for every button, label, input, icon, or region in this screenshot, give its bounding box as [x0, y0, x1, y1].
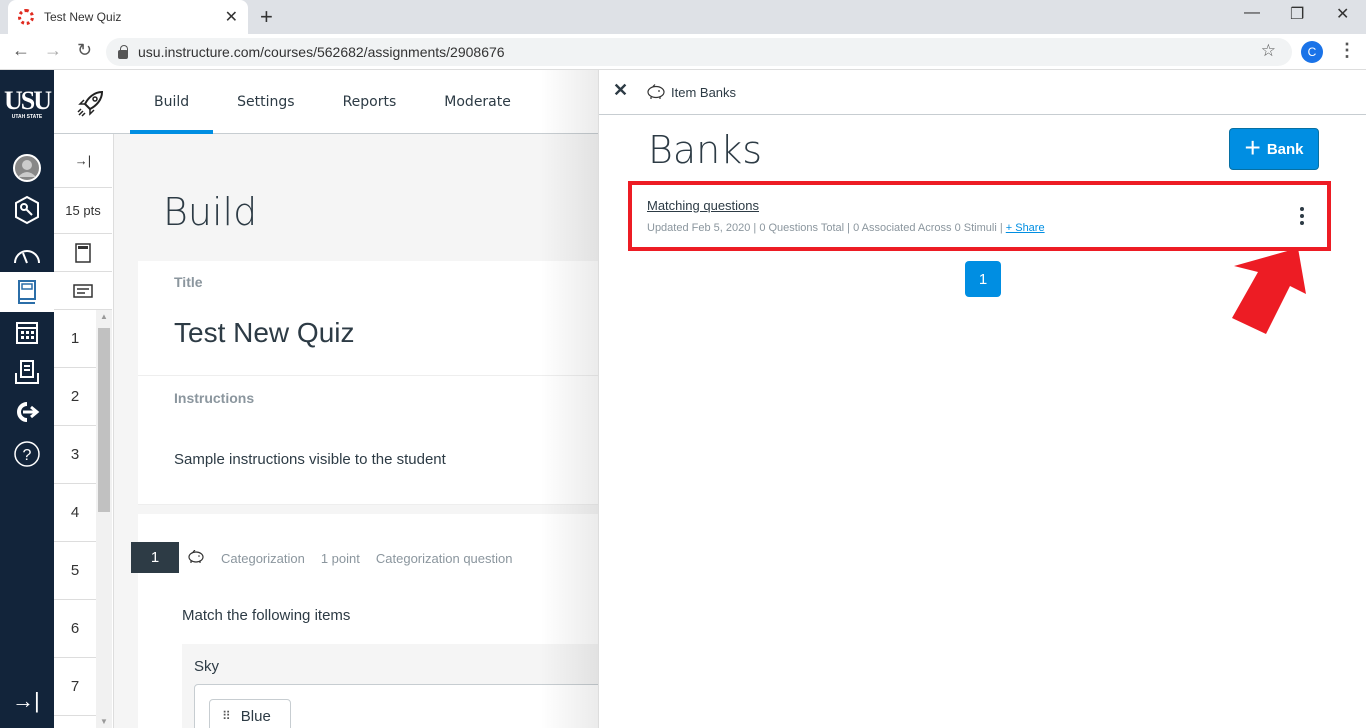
plus-icon: +	[1244, 131, 1261, 163]
quiz-header: Build Settings Reports Moderate	[54, 70, 598, 134]
admin-icon[interactable]	[0, 190, 54, 230]
question-points: 1 point	[320, 551, 360, 566]
new-tab-icon[interactable]: +	[260, 4, 273, 30]
browser-tab[interactable]: Test New Quiz ✕	[8, 0, 248, 34]
question-nav-item[interactable]: 4	[54, 484, 96, 542]
panel-title: Item Banks	[671, 85, 737, 100]
bank-meta-text: Updated Feb 5, 2020 | 0 Questions Total …	[647, 222, 1006, 234]
expand-nav-icon[interactable]: →|	[12, 688, 40, 714]
instructions-text[interactable]: Sample instructions visible to the stude…	[174, 451, 446, 468]
category-box: Sky ⠿ Blue	[182, 644, 598, 728]
add-bank-button[interactable]: + Bank	[1229, 128, 1319, 170]
tab-close-icon[interactable]: ✕	[225, 7, 238, 27]
answer-chip[interactable]: ⠿ Blue	[209, 699, 291, 728]
add-bank-label: Bank	[1266, 140, 1304, 158]
title-label: Title	[174, 274, 203, 290]
category-label: Sky	[194, 658, 220, 675]
pagination-page[interactable]: 1	[965, 261, 1001, 297]
window-close-icon[interactable]: ✕	[1336, 4, 1349, 24]
bookmark-star-icon[interactable]: ☆	[1261, 41, 1276, 61]
item-banks-panel: ✕ Item Banks Banks + Bank Matching quest…	[598, 70, 1366, 728]
quiz-title[interactable]: Test New Quiz	[174, 317, 355, 349]
browser-tabstrip: Test New Quiz ✕ + — ❐ ✕	[0, 0, 1366, 34]
text-block-icon[interactable]	[54, 272, 112, 310]
global-nav: USU UTAH STATE ? →|	[0, 70, 54, 728]
category-dropzone[interactable]: ⠿ Blue	[194, 684, 598, 728]
quiz-info-card: Title Test New Quiz Instructions Sample …	[138, 261, 598, 505]
question-nav-item[interactable]: 5	[54, 542, 96, 600]
scroll-down-icon[interactable]: ▼	[100, 717, 108, 726]
question-prompt: Match the following items	[182, 607, 351, 624]
address-bar: ← → ↻ usu.instructure.com/courses/562682…	[0, 34, 1366, 70]
scrollbar-thumb[interactable]	[98, 328, 110, 512]
inbox-icon[interactable]	[0, 352, 54, 392]
divider	[138, 504, 598, 505]
restore-icon[interactable]: ❐	[1290, 4, 1304, 24]
browser-menu-icon[interactable]: ⋮	[1338, 40, 1356, 61]
tab-settings[interactable]: Settings	[213, 70, 318, 134]
question-nav-item[interactable]: 1	[54, 310, 96, 368]
close-panel-icon[interactable]: ✕	[613, 80, 628, 101]
question-number-badge: 1	[131, 542, 179, 573]
question-nav-item[interactable]: 2	[54, 368, 96, 426]
piggy-bank-icon[interactable]	[187, 549, 205, 567]
bank-name-link[interactable]: Matching questions	[647, 198, 759, 213]
courses-icon[interactable]	[0, 272, 54, 312]
divider	[138, 375, 598, 376]
url-field[interactable]: usu.instructure.com/courses/562682/assig…	[106, 38, 1292, 66]
page-title: Build	[163, 190, 258, 234]
total-points: 15 pts	[54, 188, 112, 234]
help-icon[interactable]: ?	[0, 434, 54, 474]
question-nav-scrollbar[interactable]: ▲ ▼	[96, 310, 112, 728]
lock-icon	[118, 44, 128, 59]
profile-avatar[interactable]: C	[1301, 41, 1323, 63]
collapse-nav-icon[interactable]: →|	[54, 134, 112, 188]
tab-reports[interactable]: Reports	[319, 70, 421, 134]
question-name: Categorization question	[375, 551, 513, 566]
bank-meta: Updated Feb 5, 2020 | 0 Questions Total …	[647, 222, 1045, 234]
drag-handle-icon[interactable]: ⠿	[222, 709, 231, 723]
question-nav-item[interactable]: 7	[54, 658, 96, 716]
tab-moderate[interactable]: Moderate	[420, 70, 535, 134]
tab-build[interactable]: Build	[130, 70, 214, 134]
rocket-icon	[76, 88, 106, 123]
more-options-icon[interactable]	[1292, 201, 1312, 231]
answer-label: Blue	[240, 707, 271, 725]
question-type: Categorization	[221, 551, 305, 566]
commons-icon[interactable]	[0, 392, 54, 432]
url-text: usu.instructure.com/courses/562682/assig…	[138, 44, 505, 60]
instructions-label: Instructions	[174, 390, 255, 406]
usu-logo[interactable]: USU UTAH STATE	[4, 88, 52, 121]
page-icon[interactable]	[54, 234, 112, 272]
scroll-up-icon[interactable]: ▲	[100, 312, 108, 321]
forward-icon[interactable]: →	[44, 40, 62, 61]
build-area: Build Title Test New Quiz Instructions S…	[114, 134, 598, 728]
back-icon[interactable]: ←	[12, 40, 30, 61]
question-nav-item[interactable]: 3	[54, 426, 96, 484]
question-nav-item[interactable]: 6	[54, 600, 96, 658]
account-icon[interactable]	[0, 148, 54, 188]
reload-icon[interactable]: ↻	[77, 40, 92, 61]
bank-list-item: Matching questions Updated Feb 5, 2020 |…	[628, 181, 1331, 251]
banks-heading: Banks	[648, 128, 763, 172]
svg-text:?: ?	[23, 447, 32, 464]
dashboard-icon[interactable]	[0, 234, 54, 274]
question-meta: Categorization 1 point Categorization qu…	[187, 549, 513, 567]
question-navigator: →| 15 pts 1 2 3 4 5 6 7 ▲ ▼	[54, 134, 114, 728]
share-link[interactable]: + Share	[1006, 222, 1045, 234]
calendar-icon[interactable]	[0, 312, 54, 352]
annotation-arrow-icon	[1232, 248, 1306, 334]
panel-header: ✕ Item Banks	[599, 70, 1366, 115]
tab-title: Test New Quiz	[44, 10, 122, 24]
minimize-icon[interactable]: —	[1244, 4, 1260, 22]
piggy-bank-icon	[646, 84, 666, 105]
canvas-favicon-icon	[18, 9, 34, 25]
